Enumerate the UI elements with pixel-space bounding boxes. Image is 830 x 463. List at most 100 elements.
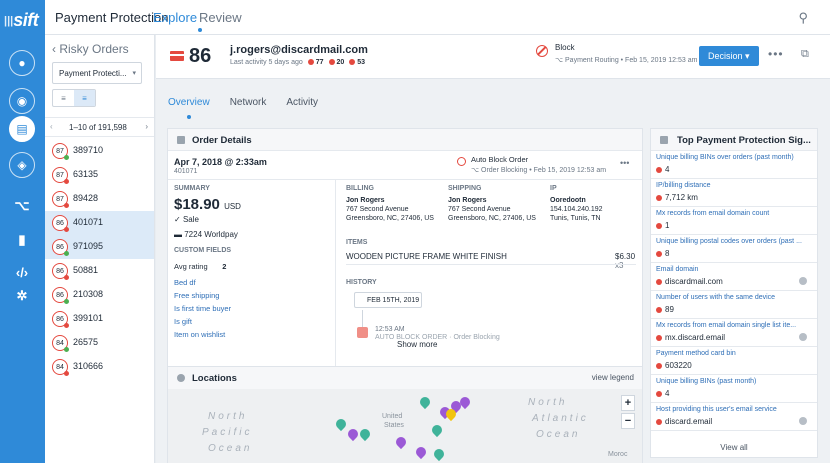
zoom-in-button[interactable]: + [621, 395, 635, 411]
tab-network[interactable]: Network [230, 97, 267, 108]
map-label: Ocean [208, 443, 253, 454]
tab-overview[interactable]: Overview [168, 97, 210, 108]
code-icon[interactable]: ‹/› [10, 262, 34, 282]
order-id: 50881 [73, 265, 99, 275]
map-pin[interactable] [345, 426, 361, 442]
orders-icon[interactable]: ▤ [9, 116, 35, 142]
map-pin[interactable] [431, 446, 447, 462]
signals-list: Unique billing BINs over orders (past mo… [651, 151, 817, 431]
view-legend-link[interactable]: view legend [592, 373, 634, 382]
map-pin[interactable] [393, 434, 409, 450]
order-score-badge: 86 [52, 287, 69, 304]
order-row[interactable]: 87 389710 [45, 139, 154, 163]
custom-field: Is first time buyer [174, 304, 232, 313]
order-amount: $18.90 USD [174, 196, 241, 213]
view-toggle[interactable]: ≡ ≡ [52, 89, 96, 107]
map-label: North [528, 397, 568, 408]
settings-gear-icon[interactable]: ✲ [10, 286, 34, 306]
tab-activity[interactable]: Activity [286, 97, 318, 108]
map-pin[interactable] [417, 394, 433, 410]
signal-item[interactable]: Unique billing BINs over orders (past mo… [651, 151, 817, 179]
nav-review[interactable]: Review [199, 10, 242, 25]
show-more-link[interactable]: Show more [397, 340, 437, 349]
routing-icon[interactable]: ⌥ [10, 196, 34, 216]
history-date-button[interactable]: FEB 15TH, 2019 [354, 292, 422, 308]
order-row[interactable]: 87 63135 [45, 163, 154, 187]
order-more-icon[interactable]: ••• [620, 158, 629, 168]
view-all-button[interactable]: View all [651, 437, 817, 457]
risk-score: 86 [189, 45, 212, 67]
signal-label: Email domain [656, 266, 699, 273]
map-pin[interactable] [413, 444, 429, 460]
sale-status: ✓ Sale [174, 215, 199, 224]
signal-item[interactable]: Mx records from email domain single list… [651, 319, 817, 347]
chevron-down-icon: ▾ [132, 70, 136, 77]
order-row[interactable]: 86 401071 [45, 211, 154, 235]
list-view-icon[interactable]: ≡ [53, 90, 74, 106]
search-icon[interactable]: ⚲ [798, 10, 808, 26]
sift-logo[interactable]: |||sift [4, 10, 39, 31]
block-status: Block [555, 43, 575, 52]
external-link-icon[interactable]: ⧉ [801, 48, 809, 61]
location-pin-icon [177, 374, 185, 382]
order-id: 26575 [73, 337, 99, 347]
order-row[interactable]: 86 399101 [45, 307, 154, 331]
main-content: 86 j.rogers@discardmail.com Last activit… [156, 35, 830, 463]
order-row[interactable]: 86 210308 [45, 283, 154, 307]
alert-dot-icon [656, 363, 662, 369]
order-id: 399101 [73, 313, 104, 323]
user-email[interactable]: j.rogers@discardmail.com [230, 44, 368, 56]
map-label: Moroc [608, 451, 628, 458]
zoom-out-button[interactable]: − [621, 413, 635, 429]
signal-value: mx.discard.email [656, 333, 817, 342]
order-row[interactable]: 86 971095 [45, 235, 154, 259]
order-score-badge: 86 [52, 311, 69, 328]
map-pin[interactable] [429, 422, 445, 438]
payment-method: ▬ 7224 Worldpay [174, 230, 238, 239]
more-options-icon[interactable]: ••• [768, 47, 784, 61]
order-id: 210308 [73, 289, 104, 299]
pagination: ‹ 1–10 of 191,598 › [45, 117, 154, 137]
alert-dot-icon [656, 307, 662, 313]
signal-item[interactable]: Mx records from email domain count 1 [651, 207, 817, 235]
signals-panel: Top Payment Protection Sig... Unique bil… [650, 128, 818, 458]
signal-item[interactable]: IP/billing distance 7,712 km [651, 179, 817, 207]
signal-label: Host providing this user's email service [656, 406, 777, 413]
user-icon[interactable]: ● [9, 50, 35, 76]
alert-dot-icon [656, 335, 662, 341]
block-icon [536, 45, 548, 57]
divider [168, 179, 642, 180]
shipping-label: SHIPPING [448, 185, 482, 192]
count-1: 77 [315, 59, 324, 66]
order-id: 401071 [174, 168, 198, 175]
map-pin[interactable] [333, 416, 349, 432]
order-row[interactable]: 84 310666 [45, 355, 154, 379]
sidebar-title[interactable]: ‹ Risky Orders [52, 42, 129, 56]
location-icon[interactable]: ◉ [9, 88, 35, 114]
signals-header: Top Payment Protection Sig... [651, 129, 817, 151]
signal-label: Payment method card bin [656, 350, 736, 357]
signal-item[interactable]: Number of users with the same device 89 [651, 291, 817, 319]
signal-item[interactable]: Host providing this user's email service… [651, 403, 817, 431]
detail-view-icon[interactable]: ≡ [74, 90, 95, 106]
nav-explore[interactable]: Explore [153, 10, 197, 25]
analytics-icon[interactable]: ▮ [10, 230, 34, 250]
signal-item[interactable]: Unique billing postal codes over orders … [651, 235, 817, 263]
next-page-icon[interactable]: › [145, 122, 148, 131]
signal-item[interactable]: Unique billing BINs (past month) 4 [651, 375, 817, 403]
order-row[interactable]: 86 50881 [45, 259, 154, 283]
map-pin[interactable] [357, 426, 373, 442]
shield-icon[interactable]: ◈ [9, 152, 35, 178]
decision-button[interactable]: Decision ▾ [699, 46, 759, 66]
map-label: North [208, 411, 248, 422]
queue-dropdown[interactable]: Payment Protecti... ▾ [52, 62, 142, 84]
prev-page-icon[interactable]: ‹ [50, 122, 53, 131]
block-event-icon [357, 327, 368, 338]
signal-item[interactable]: Payment method card bin 603220 [651, 347, 817, 375]
signal-item[interactable]: Email domain discardmail.com [651, 263, 817, 291]
block-icon [457, 157, 466, 166]
order-row[interactable]: 84 26575 [45, 331, 154, 355]
order-row[interactable]: 87 89428 [45, 187, 154, 211]
locations-map[interactable]: North Pacific Ocean North Atlantic Ocean… [168, 389, 642, 463]
block-detail: ⌥ Payment Routing • Feb 15, 2019 12:53 a… [555, 57, 698, 64]
